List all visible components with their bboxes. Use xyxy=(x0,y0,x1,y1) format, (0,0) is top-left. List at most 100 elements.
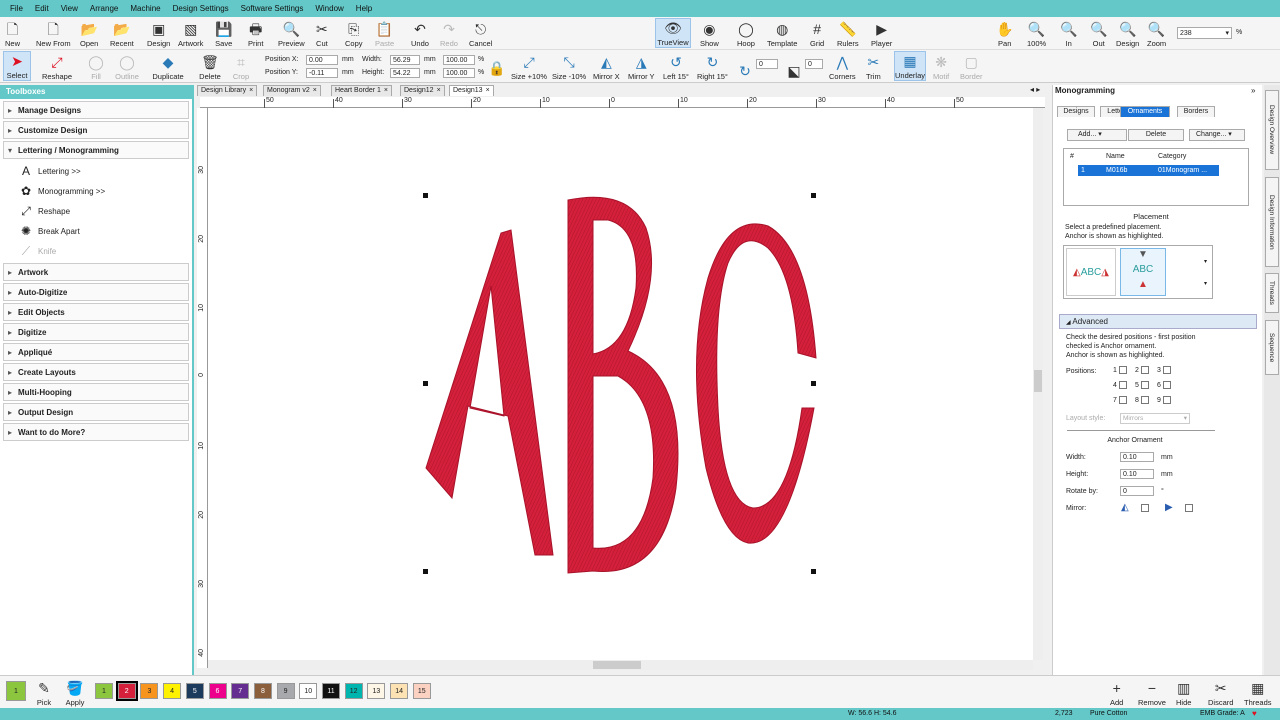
collapse-panel-button[interactable]: » xyxy=(1251,86,1255,95)
toolbox-item-break-apart[interactable]: ✺ Break Apart xyxy=(0,221,192,241)
size-10--button[interactable]: ⤡ Size -10% xyxy=(552,51,586,81)
new-button[interactable]: 🗋 New xyxy=(5,18,20,48)
mirror-y-button[interactable]: ◮ Mirror Y xyxy=(628,51,655,81)
selection-handle-top-right[interactable] xyxy=(811,193,816,198)
selection-handle-top-left[interactable] xyxy=(423,193,428,198)
position-checkbox[interactable] xyxy=(1162,366,1171,374)
position-checkbox[interactable] xyxy=(1140,381,1149,389)
change-ornament-button[interactable]: Change... ▾ xyxy=(1189,129,1245,141)
rotate-button[interactable]: ↻ xyxy=(737,51,753,81)
cancel-button[interactable]: ⎋ Cancel xyxy=(469,18,492,48)
threads-button[interactable]: ▦ Threads xyxy=(1244,677,1272,707)
vertical-scroll-thumb[interactable] xyxy=(1034,370,1042,392)
side-tab-design-information[interactable]: Design Information xyxy=(1265,177,1279,267)
zoom-zoom-button[interactable]: 🔍 Zoom xyxy=(1147,18,1166,48)
menu-arrange[interactable]: Arrange xyxy=(84,4,124,13)
mirror-x-button[interactable]: ◭ Mirror X xyxy=(593,51,620,81)
crop-button[interactable]: ⌗ Crop xyxy=(230,51,252,81)
position-checkbox[interactable] xyxy=(1162,381,1171,389)
toolbox-create-layouts[interactable]: Create Layouts xyxy=(3,363,189,381)
toolbox-item-knife[interactable]: ⟋ Knife xyxy=(0,241,192,261)
anchor-height-input[interactable]: 0.10 xyxy=(1120,469,1154,479)
outline-button[interactable]: ◯ Outline xyxy=(112,51,142,81)
skew-button[interactable]: ⬕ xyxy=(786,51,802,81)
undo-button[interactable]: ↶ Undo xyxy=(411,18,429,48)
right-15--button[interactable]: ↻ Right 15° xyxy=(697,51,728,81)
thread-swatch-10[interactable]: 10 xyxy=(299,683,318,699)
size-10--button[interactable]: ⤢ Size +10% xyxy=(511,51,547,81)
scale-width-input[interactable]: 100.00 xyxy=(443,55,475,65)
menu-file[interactable]: File xyxy=(4,4,29,13)
motif-button[interactable]: ❋ Motif xyxy=(933,51,949,81)
toolbox-lettering-monogramming[interactable]: Lettering / Monogramming xyxy=(3,141,189,159)
thread-swatch-4[interactable]: 4 xyxy=(163,683,182,699)
tab-design-library[interactable]: Design Library × xyxy=(197,85,258,96)
menu-window[interactable]: Window xyxy=(309,4,349,13)
thread-swatch-12[interactable]: 12 xyxy=(344,683,363,699)
new-from-button[interactable]: 🗋 New From xyxy=(36,18,71,48)
position-checkbox[interactable] xyxy=(1140,396,1149,404)
selection-handle-middle-left[interactable] xyxy=(423,381,428,386)
anchor-width-input[interactable]: 0.10 xyxy=(1120,452,1154,462)
close-icon[interactable]: × xyxy=(486,87,490,94)
delete-button[interactable]: 🗑 Delete xyxy=(198,51,222,81)
preview-button[interactable]: 🔍 Preview xyxy=(278,18,305,48)
redo-button[interactable]: ↷ Redo xyxy=(440,18,458,48)
lock-proportions-button[interactable]: 🔒 xyxy=(488,54,506,78)
thread-swatch-1[interactable]: 1 xyxy=(95,683,113,699)
toolbox-auto-digitize[interactable]: Auto-Digitize xyxy=(3,283,189,301)
position-checkbox[interactable] xyxy=(1118,396,1127,404)
tab-monogram-v2[interactable]: Monogram v2 × xyxy=(263,85,321,96)
selection-handle-bottom-right[interactable] xyxy=(811,569,816,574)
letter-b[interactable] xyxy=(567,196,679,574)
position-option-6[interactable]: 6 xyxy=(1157,381,1173,389)
grid-button[interactable]: # Grid xyxy=(810,18,824,48)
gallery-expand-icon[interactable]: ▾ xyxy=(1204,280,1207,287)
border-button[interactable]: ▢ Border xyxy=(960,51,983,81)
toolbox-item-monogramming[interactable]: ✿ Monogramming >> xyxy=(0,181,192,201)
thread-swatch-8[interactable]: 8 xyxy=(253,683,272,699)
duplicate-button[interactable]: ◆ Duplicate xyxy=(150,51,186,81)
close-icon[interactable]: × xyxy=(313,87,317,94)
letter-c[interactable] xyxy=(696,223,817,544)
toolbox-output-design[interactable]: Output Design xyxy=(3,403,189,421)
tab-scroll-arrows[interactable]: ◂ ▸ xyxy=(1030,85,1040,94)
position-option-1[interactable]: 1 xyxy=(1113,366,1129,374)
left-15--button[interactable]: ↺ Left 15° xyxy=(663,51,689,81)
skew-input[interactable]: 0 xyxy=(805,59,823,69)
underlay-button[interactable]: ▦ Underlay xyxy=(894,51,927,81)
side-tab-sequence[interactable]: Sequence xyxy=(1265,320,1279,375)
save-button[interactable]: 💾 Save xyxy=(215,18,232,48)
add-button[interactable]: + Add xyxy=(1110,677,1123,707)
hide-button[interactable]: ▥ Hide xyxy=(1176,677,1191,707)
position-option-5[interactable]: 5 xyxy=(1135,381,1151,389)
horizontal-scrollbar[interactable] xyxy=(208,660,1033,670)
position-checkbox[interactable] xyxy=(1162,396,1171,404)
hoop-button[interactable]: ◯ Hoop xyxy=(737,18,755,48)
zoom-in-button[interactable]: 🔍 In xyxy=(1060,18,1077,48)
toolbox-digitize[interactable]: Digitize xyxy=(3,323,189,341)
apply-button[interactable]: 🪣 Apply xyxy=(62,677,88,707)
letter-a[interactable] xyxy=(425,229,554,556)
menu-view[interactable]: View xyxy=(55,4,84,13)
tab-heart-border-1[interactable]: Heart Border 1 × xyxy=(331,85,393,96)
rulers-button[interactable]: 📏 Rulers xyxy=(837,18,859,48)
cut-button[interactable]: ✂ Cut xyxy=(316,18,328,48)
thread-swatch-15[interactable]: 15 xyxy=(412,683,431,699)
thread-swatch-7[interactable]: 7 xyxy=(231,683,250,699)
design-artwork[interactable] xyxy=(208,108,1033,660)
position-x-input[interactable]: 0.00 xyxy=(306,55,338,65)
copy-button[interactable]: ⎘ Copy xyxy=(345,18,363,48)
thread-swatch-9[interactable]: 9 xyxy=(276,683,295,699)
toolbox-edit-objects[interactable]: Edit Objects xyxy=(3,303,189,321)
close-icon[interactable]: × xyxy=(249,87,253,94)
toolbox-manage-designs[interactable]: Manage Designs xyxy=(3,101,189,119)
thread-swatch-6[interactable]: 6 xyxy=(208,683,227,699)
show-button[interactable]: ◉ Show xyxy=(700,18,719,48)
toolbox-customize-design[interactable]: Customize Design xyxy=(3,121,189,139)
zoom-100pct-button[interactable]: 🔍 100% xyxy=(1027,18,1046,48)
toolbox-want-to-do-more[interactable]: Want to do More? xyxy=(3,423,189,441)
mirror-vertical-checkbox[interactable] xyxy=(1185,504,1193,512)
thread-swatch-14[interactable]: 14 xyxy=(390,683,409,699)
position-option-9[interactable]: 9 xyxy=(1157,396,1173,404)
